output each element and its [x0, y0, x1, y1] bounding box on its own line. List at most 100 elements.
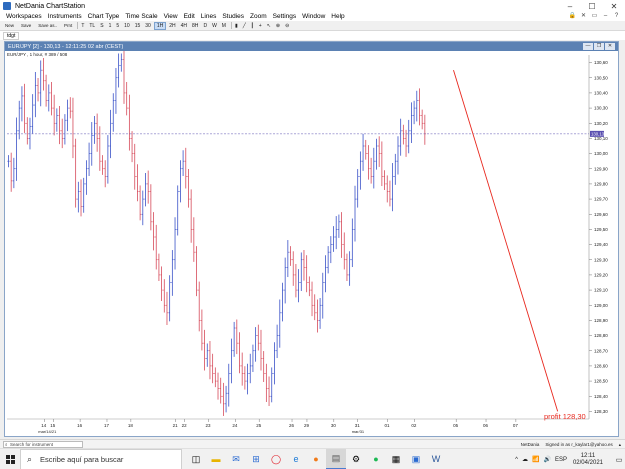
x-tick-label: 02	[411, 423, 417, 428]
help-icon[interactable]: ?	[612, 13, 621, 20]
volume-icon[interactable]: 🔊	[543, 456, 550, 463]
timeframe-30[interactable]: 30	[143, 22, 153, 30]
zoom-in-icon[interactable]: ⊕	[274, 22, 282, 30]
settings-icon[interactable]: ⚙	[346, 449, 366, 469]
y-tick-label: 129,60	[594, 212, 608, 217]
new-button[interactable]: New	[3, 22, 16, 30]
timeframe-d[interactable]: D	[201, 22, 209, 30]
timeframe-s[interactable]: S	[98, 22, 105, 30]
menu-zoom[interactable]: Zoom	[250, 13, 267, 20]
menu-settings[interactable]: Settings	[273, 13, 297, 20]
lock-icon[interactable]: 🔒	[568, 13, 577, 20]
app-icon	[3, 2, 11, 10]
timeframe-m[interactable]: M	[220, 22, 228, 30]
signed-in-label: Signed in as r_kaylar1@yahoo.es	[545, 442, 613, 447]
menu-chart-type[interactable]: Chart Type	[88, 13, 120, 20]
x-tick-label: 31	[355, 423, 361, 428]
photos-icon[interactable]: ▣	[406, 449, 426, 469]
minimize-button[interactable]: –	[559, 0, 581, 12]
firefox-icon[interactable]: ●	[306, 449, 326, 469]
timeframe-15[interactable]: 15	[133, 22, 143, 30]
system-tray: ^ ☁ 📶 🔊 ESP 12:11 02/04/2021 ▭	[511, 449, 625, 469]
clock[interactable]: 12:11 02/04/2021	[573, 453, 603, 467]
expand-icon[interactable]: ▴	[619, 442, 621, 448]
tab-tdgt[interactable]: tdgt	[3, 31, 20, 40]
timeframe-tl[interactable]: TL	[87, 22, 97, 30]
menu-window[interactable]: Window	[302, 13, 325, 20]
instrument-search-placeholder: Search for instrument	[10, 441, 54, 447]
line-chart-icon[interactable]: ╱	[241, 22, 248, 30]
menu-help[interactable]: Help	[331, 13, 344, 20]
search-icon: ⌕	[5, 441, 8, 447]
zoom-out-icon[interactable]: ⊖	[283, 22, 291, 30]
menu-workspaces[interactable]: Workspaces	[6, 13, 42, 20]
timeframe-1h[interactable]: 1H	[153, 21, 167, 30]
timeframe-5[interactable]: 5	[114, 22, 121, 30]
x-tick-label: 05	[453, 423, 459, 428]
edge-icon[interactable]: e	[286, 449, 306, 469]
close-doc-icon[interactable]: ✕	[579, 13, 588, 20]
menu-lines[interactable]: Lines	[201, 13, 217, 20]
save-as-button[interactable]: Save as..	[36, 22, 59, 30]
search-icon: ⌕	[27, 453, 33, 464]
notifications-icon[interactable]: ▭	[613, 449, 625, 469]
x-date-sublabel: mar/14/21	[38, 429, 57, 434]
print-button[interactable]: Prnt	[62, 22, 74, 30]
chart-window[interactable]: EUR/JPY [2] - 130,13 - 12:11:25 02 abr (…	[4, 41, 619, 437]
tray-overflow-icon[interactable]: ^	[515, 457, 518, 463]
timeframe-4h[interactable]: 4H	[179, 22, 189, 30]
calculator-icon[interactable]: ▦	[386, 449, 406, 469]
close-button[interactable]: ✕	[603, 0, 625, 12]
cursor-icon[interactable]: ↖	[265, 22, 273, 30]
instrument-search-input[interactable]: ⌕ Search for instrument	[3, 440, 83, 448]
network-icon[interactable]: 📶	[532, 456, 539, 463]
store-icon[interactable]: ⊞	[246, 449, 266, 469]
spotify-icon[interactable]: ●	[366, 449, 386, 469]
toolbar-separator	[77, 22, 79, 29]
minimize-doc-icon[interactable]: –	[601, 13, 610, 20]
chart-restore-button[interactable]: ❐	[594, 43, 604, 50]
y-tick-label: 129,30	[594, 257, 608, 262]
save-button[interactable]: Save	[19, 22, 33, 30]
chart-minimize-button[interactable]: —	[583, 43, 593, 50]
menu-studies[interactable]: Studies	[222, 13, 244, 20]
taskbar-search[interactable]: ⌕ Escribe aquí para buscar	[20, 448, 182, 469]
clock-date: 02/04/2021	[572, 459, 603, 466]
start-button[interactable]	[0, 449, 20, 469]
x-tick-label: 23	[205, 423, 211, 428]
chart-window-header[interactable]: EUR/JPY [2] - 130,13 - 12:11:25 02 abr (…	[5, 42, 618, 51]
x-tick-label: 24	[232, 423, 238, 428]
menu-time-scale[interactable]: Time Scale	[125, 13, 157, 20]
timeframe-2h[interactable]: 2H	[167, 22, 177, 30]
file-explorer-icon[interactable]: ▬	[206, 449, 226, 469]
word-icon[interactable]: W	[426, 449, 446, 469]
onedrive-icon[interactable]: ☁	[522, 456, 528, 463]
timeframe-1[interactable]: 1	[107, 22, 114, 30]
timeframe-w[interactable]: W	[210, 22, 219, 30]
restore-doc-icon[interactable]: ▭	[590, 13, 599, 20]
menu-instruments[interactable]: Instruments	[48, 13, 82, 20]
crosshair-icon[interactable]: +	[257, 22, 264, 30]
timeframe-8h[interactable]: 8H	[190, 22, 200, 30]
timeframe-t[interactable]: T	[79, 22, 86, 30]
task-view-icon[interactable]: ◫	[186, 449, 206, 469]
y-tick-label: 129,00	[594, 303, 608, 308]
opera-icon[interactable]: ◯	[266, 449, 286, 469]
maximize-button[interactable]: ☐	[581, 0, 603, 12]
workspace-tabs: tdgt	[0, 31, 625, 40]
chart-close-button[interactable]: ✕	[605, 43, 615, 50]
menu-view[interactable]: View	[164, 13, 178, 20]
bar-chart-icon[interactable]: ▮	[233, 22, 240, 30]
chartstation-icon[interactable]: ▤	[326, 448, 346, 469]
menu-edit[interactable]: Edit	[184, 13, 195, 20]
windows-logo-icon	[5, 454, 15, 464]
y-tick-label: 130,00	[594, 151, 608, 156]
workspace-area: EUR/JPY [2] - 130,13 - 12:11:25 02 abr (…	[0, 40, 625, 439]
candle-chart-icon[interactable]: ┃	[249, 22, 256, 30]
y-tick-label: 128,70	[594, 348, 608, 353]
language-indicator[interactable]: ESP	[555, 457, 567, 463]
x-tick-label: 21	[173, 423, 179, 428]
price-chart[interactable]: 130,60130,50130,40130,30130,20130,10130,…	[5, 51, 618, 436]
timeframe-10[interactable]: 10	[122, 22, 132, 30]
mail-icon[interactable]: ✉	[226, 449, 246, 469]
